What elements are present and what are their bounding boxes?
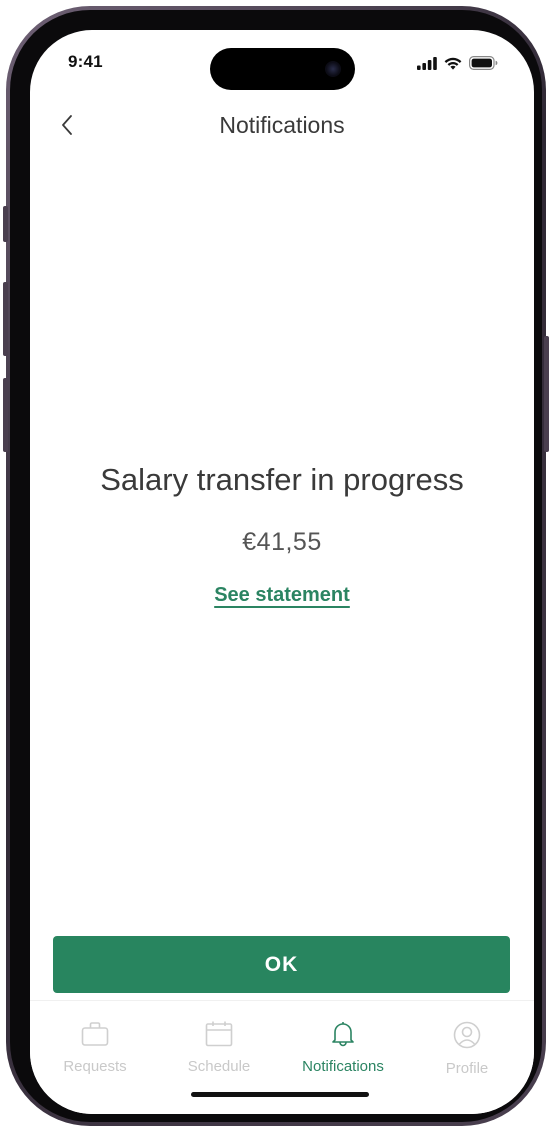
screen: 9:41 Notifications Salary transfer in pr… (30, 30, 534, 1114)
cellular-signal-icon (417, 56, 437, 75)
transfer-amount: €41,55 (242, 528, 322, 556)
bell-icon (329, 1021, 357, 1052)
briefcase-icon (81, 1021, 109, 1052)
see-statement-container: See statement (30, 584, 534, 607)
tab-label-profile: Profile (445, 1060, 489, 1077)
calendar-icon (205, 1021, 233, 1052)
tab-label-schedule: Schedule (187, 1058, 251, 1075)
tab-label-requests: Requests (63, 1058, 127, 1075)
see-statement-link[interactable]: See statement (214, 584, 350, 606)
home-indicator[interactable] (191, 1092, 369, 1097)
status-icons (417, 56, 498, 75)
ok-button[interactable]: OK (53, 936, 510, 993)
tab-label-notifications: Notifications (302, 1058, 384, 1075)
front-camera (325, 61, 341, 77)
tab-schedule[interactable]: Schedule (157, 1021, 281, 1075)
volume-down-button (3, 378, 8, 452)
tab-requests[interactable]: Requests (33, 1021, 157, 1075)
notification-headline: Salary transfer in progress (100, 462, 464, 497)
profile-icon (453, 1021, 481, 1054)
tab-notifications[interactable]: Notifications (281, 1021, 405, 1075)
page-title: Notifications (219, 112, 345, 138)
status-time: 9:41 (68, 52, 103, 71)
volume-up-button (3, 282, 8, 356)
dynamic-island (210, 48, 355, 90)
wifi-icon (444, 57, 462, 75)
phone-frame: 9:41 Notifications Salary transfer in pr… (3, 6, 549, 1126)
action-button (3, 206, 8, 242)
battery-icon (469, 56, 498, 75)
power-button (544, 336, 549, 452)
tab-profile[interactable]: Profile (405, 1021, 529, 1077)
